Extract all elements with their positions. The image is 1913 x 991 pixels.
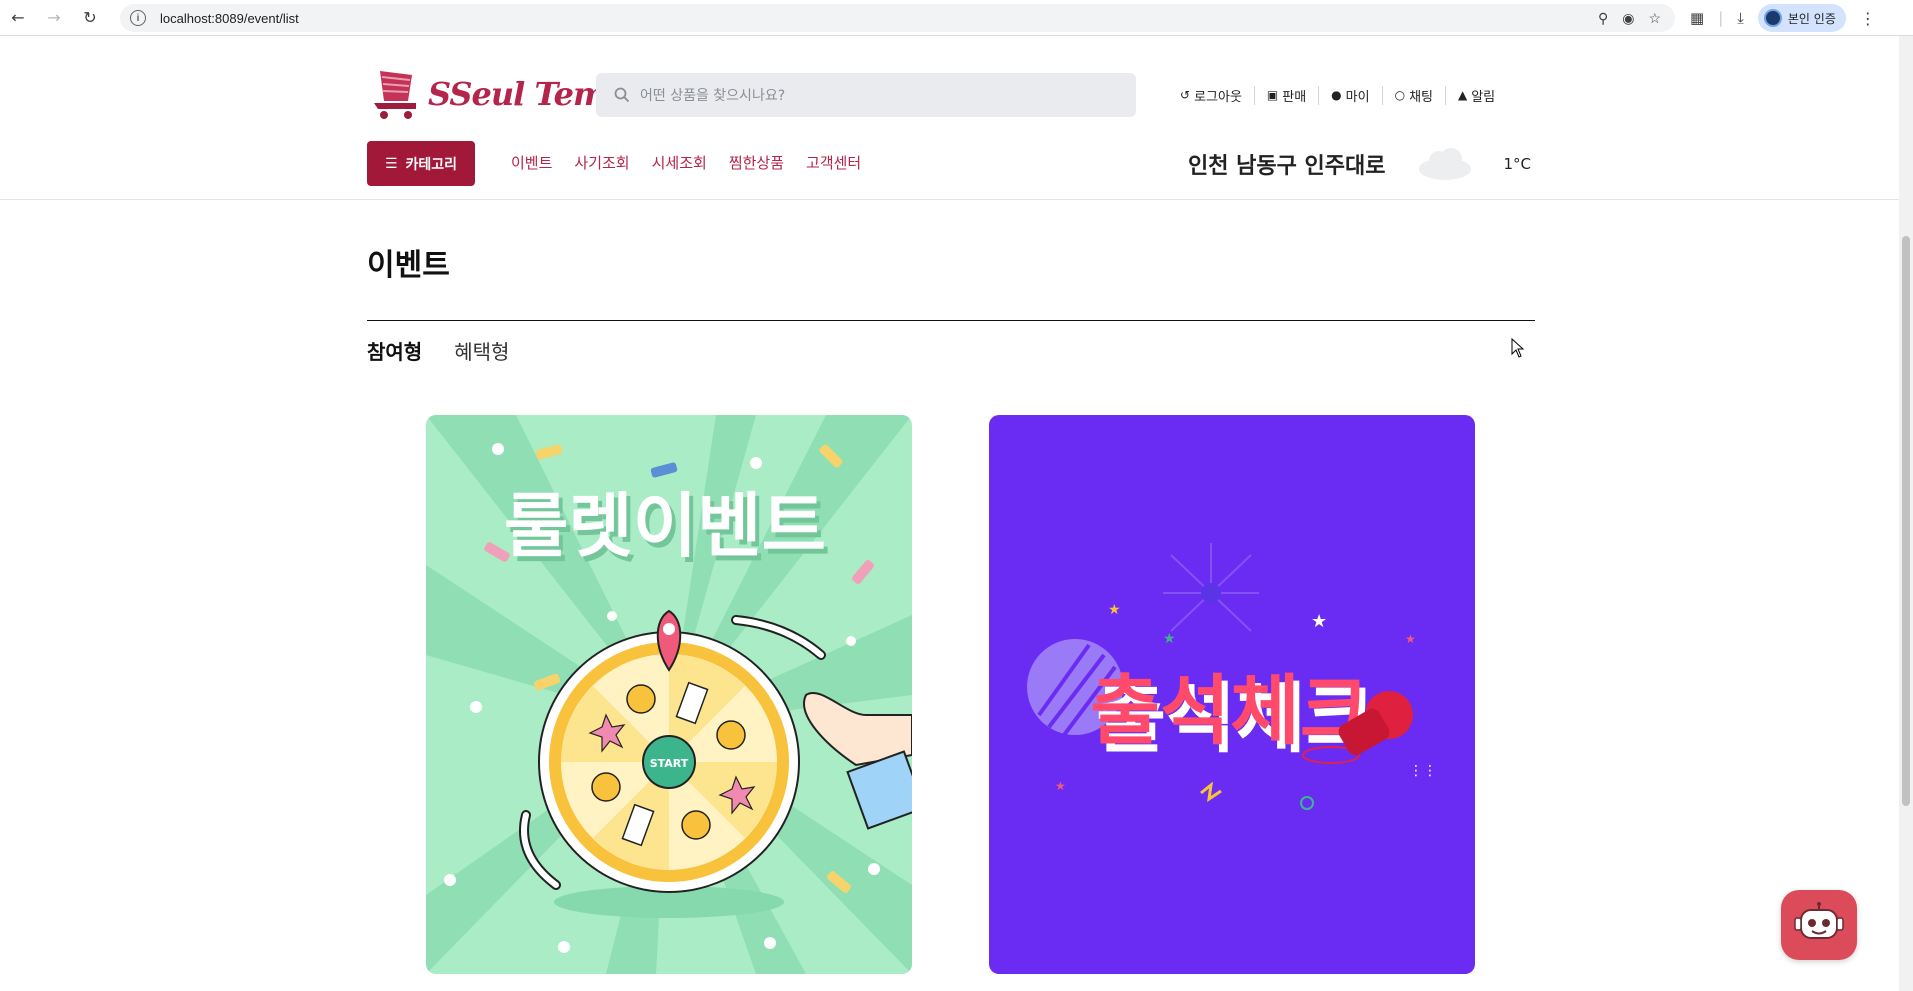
cloud-icon [1419,148,1472,180]
search-placeholder: 어떤 상품을 찾으시나요? [640,88,786,104]
attendance-event-banner: ★ ★ ★ ★ ★ 출석체크 출석체크 ⋮⋮ [1027,543,1437,810]
category-button[interactable]: ☰ 카테고리 [367,141,475,186]
page-title: 이벤트 [367,248,450,283]
download-icon[interactable]: ⤓ [1737,9,1744,27]
utility-links: ↺ 로그아웃 ▣ 판매 ● 마이 ○ 채팅 ▲ 알림 [1168,84,1507,106]
attendance-title: 출석체크 [1090,666,1370,755]
logo-text: SSeul Tem [428,75,607,113]
event-type-tabs: 참여형 혜택형 [367,336,509,365]
tab-benefit[interactable]: 혜택형 [454,336,509,365]
chat-link[interactable]: ○ 채팅 [1383,85,1446,105]
sell-label: 판매 [1282,89,1307,105]
zoom-icon[interactable]: ⚲ [1598,10,1608,27]
search-icon [614,87,630,103]
search-input[interactable]: 어떤 상품을 찾으시나요? [596,73,1136,117]
roulette-start-label: START [650,757,689,770]
logout-label: 로그아웃 [1194,89,1242,105]
browser-menu-icon[interactable]: ⋮ [1860,9,1876,28]
svg-text:★: ★ [1311,611,1327,632]
shopping-cart-logo-icon [374,71,416,119]
profile-avatar [1763,9,1782,27]
tab-participation[interactable]: 참여형 [367,336,422,365]
chat-icon: ○ [1394,88,1406,102]
logout-icon: ↺ [1180,88,1191,102]
notification-label: 알림 [1471,89,1496,105]
extensions-icon[interactable]: ▦ [1690,9,1704,27]
chatbot-button[interactable] [1781,890,1857,960]
user-icon: ● [1331,88,1342,102]
profile-button[interactable]: 본인 인증 [1757,4,1846,32]
svg-text:★: ★ [1163,631,1176,647]
bookmark-star-icon[interactable]: ☆ [1648,10,1661,27]
hamburger-icon: ☰ [384,155,398,172]
scrollbar-thumb[interactable] [1902,236,1910,806]
profile-label: 본인 인증 [1787,11,1836,26]
address-bar[interactable]: i localhost:8089/event/list ⚲ ◉ ☆ [120,4,1675,32]
menu-item-price-check[interactable]: 시세조회 [652,152,707,173]
reload-icon[interactable]: ↻ [72,0,108,36]
title-divider [367,320,1535,321]
chat-label: 채팅 [1409,89,1433,105]
sell-link[interactable]: ▣ 판매 [1255,85,1320,105]
bell-icon: ▲ [1457,88,1468,102]
mouse-cursor-icon [1511,338,1525,358]
site-logo[interactable]: SSeul Tem [372,66,607,122]
site-header: SSeul Tem 어떤 상품을 찾으시나요? ↺ 로그아웃 ▣ 판매 ● 마이… [0,36,1913,200]
weather-widget: 인천 남동구 인주대로 1°C [1188,146,1531,182]
robot-icon [1794,902,1844,939]
shopping-bag-icon: ▣ [1266,88,1279,102]
site-info-icon[interactable]: i [130,10,146,26]
notification-link[interactable]: ▲ 알림 [1446,86,1507,105]
roulette-title: 룰렛이벤트 [504,485,826,567]
menu-item-wishlist[interactable]: 찜한상품 [729,152,784,173]
svg-text:★: ★ [1405,632,1416,646]
my-page-label: 마이 [1345,89,1370,105]
svg-text:★: ★ [1055,779,1066,793]
url-text[interactable]: localhost:8089/event/list [160,11,299,26]
browser-toolbar: ← → ↻ i localhost:8089/event/list ⚲ ◉ ☆ … [0,0,1913,36]
back-icon[interactable]: ← [0,0,36,36]
menu-item-support[interactable]: 고객센터 [806,152,861,173]
event-card-roulette[interactable]: 룰렛이벤트 룰렛이벤트 START [426,415,912,974]
menu-item-fraud-check[interactable]: 사기조회 [574,152,629,173]
eye-icon[interactable]: ◉ [1622,10,1634,27]
roulette-event-banner: 룰렛이벤트 룰렛이벤트 START [426,415,912,974]
logout-link[interactable]: ↺ 로그아웃 [1168,85,1255,105]
main-menu: 이벤트 사기조회 시세조회 찜한상품 고객센터 [511,152,861,173]
svg-text:★: ★ [1108,602,1121,618]
forward-icon[interactable]: → [36,0,72,36]
weather-temperature: 1°C [1503,155,1532,173]
toolbar-divider: | [1718,9,1724,27]
my-page-link[interactable]: ● 마이 [1319,85,1383,105]
category-label: 카테고리 [405,156,458,173]
page-scrollbar[interactable] [1899,36,1913,991]
event-card-attendance[interactable]: ★ ★ ★ ★ ★ 출석체크 출석체크 ⋮⋮ [989,415,1475,974]
menu-item-event[interactable]: 이벤트 [511,152,552,173]
weather-location: 인천 남동구 인주대로 [1188,154,1386,179]
svg-text:⋮⋮: ⋮⋮ [1409,763,1437,779]
